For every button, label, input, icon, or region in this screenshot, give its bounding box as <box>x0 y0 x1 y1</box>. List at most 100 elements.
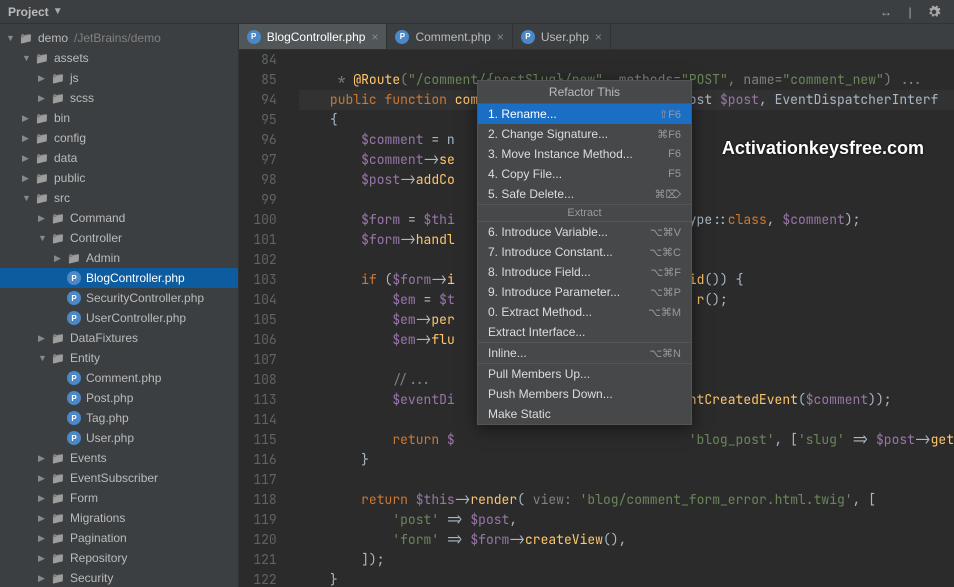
context-menu-item[interactable]: 2. Change Signature...⌘F6 <box>478 124 691 144</box>
project-root[interactable]: ▼ demo /JetBrains/demo <box>0 28 238 48</box>
code-line[interactable] <box>299 50 954 70</box>
editor-tabbar: PBlogController.php×PComment.php×PUser.p… <box>239 24 954 50</box>
expand-arrow-icon[interactable]: ▶ <box>38 93 50 104</box>
folder-icon <box>50 210 66 226</box>
folder-item[interactable]: ▶config <box>0 128 238 148</box>
context-menu-item[interactable]: Make Static <box>478 404 691 424</box>
expand-arrow-icon[interactable]: ▶ <box>54 253 66 264</box>
context-menu-item[interactable]: Inline...⌥⌘N <box>478 343 691 363</box>
file-item[interactable]: PUserController.php <box>0 308 238 328</box>
tree-item-label: SecurityController.php <box>86 291 204 305</box>
context-menu-item[interactable]: 5. Safe Delete...⌘⌦ <box>478 184 691 204</box>
expand-arrow-icon[interactable]: ▶ <box>22 173 34 184</box>
folder-item[interactable]: ▶bin <box>0 108 238 128</box>
folder-icon <box>50 230 66 246</box>
file-item[interactable]: PTag.php <box>0 408 238 428</box>
expand-arrow-icon[interactable]: ▶ <box>38 493 50 504</box>
folder-item[interactable]: ▶Form <box>0 488 238 508</box>
context-menu-item[interactable]: 3. Move Instance Method...F6 <box>478 144 691 164</box>
folder-item[interactable]: ▶data <box>0 148 238 168</box>
code-line[interactable]: 'post' => $post, <box>299 510 954 530</box>
refactor-context-menu[interactable]: Refactor This 1. Rename...⇧F62. Change S… <box>477 80 692 425</box>
folder-item[interactable]: ▶scss <box>0 88 238 108</box>
editor-tab[interactable]: PBlogController.php× <box>239 24 388 49</box>
close-icon[interactable]: × <box>497 30 504 44</box>
tree-item-label: Migrations <box>70 511 125 525</box>
php-file-icon: P <box>66 310 82 326</box>
folder-item[interactable]: ▶Pagination <box>0 528 238 548</box>
context-menu-item[interactable]: 4. Copy File...F5 <box>478 164 691 184</box>
folder-item[interactable]: ▶EventSubscriber <box>0 468 238 488</box>
context-menu-item[interactable]: Pull Members Up... <box>478 364 691 384</box>
file-item[interactable]: PBlogController.php <box>0 268 238 288</box>
expand-arrow-icon[interactable]: ▼ <box>38 353 50 363</box>
folder-icon <box>66 250 82 266</box>
project-tree[interactable]: ▼ demo /JetBrains/demo ▼ assets ▶js▶scss▶b… <box>0 24 239 587</box>
close-icon[interactable]: × <box>371 30 378 44</box>
context-menu-item[interactable]: 7. Introduce Constant...⌥⌘C <box>478 242 691 262</box>
expand-arrow-icon[interactable]: ▶ <box>38 513 50 524</box>
chevron-down-icon[interactable]: ▼ <box>53 6 63 17</box>
code-line[interactable]: return $this->render( view: 'blog/commen… <box>299 490 954 510</box>
menu-item-label: 0. Extract Method... <box>488 305 648 319</box>
folder-item[interactable]: ▼ assets <box>0 48 238 68</box>
expand-arrow-icon[interactable]: ▼ <box>22 193 34 203</box>
menu-item-label: 2. Change Signature... <box>488 127 657 141</box>
expand-arrow-icon[interactable]: ▼ <box>38 233 50 243</box>
context-menu-item[interactable]: 0. Extract Method...⌥⌘M <box>478 302 691 322</box>
project-toolbar-label[interactable]: Project <box>8 5 49 19</box>
folder-item[interactable]: ▼Controller <box>0 228 238 248</box>
context-menu-item[interactable]: 9. Introduce Parameter...⌥⌘P <box>478 282 691 302</box>
context-menu-item[interactable]: Extract Interface... <box>478 322 691 342</box>
folder-item[interactable]: ▶Events <box>0 448 238 468</box>
context-menu-item[interactable]: 6. Introduce Variable...⌥⌘V <box>478 222 691 242</box>
menu-item-shortcut: ⇧F6 <box>659 108 681 121</box>
collapse-icon[interactable]: ↔ <box>878 4 894 20</box>
folder-item[interactable]: ▶Admin <box>0 248 238 268</box>
expand-arrow-icon[interactable]: ▶ <box>22 113 34 124</box>
code-line[interactable]: return $ 'blog_post', ['slug' => $post->… <box>299 430 954 450</box>
expand-arrow-icon[interactable]: ▶ <box>38 453 50 464</box>
expand-arrow-icon[interactable]: ▶ <box>38 213 50 224</box>
folder-item[interactable]: ▶js <box>0 68 238 88</box>
code-line[interactable]: } <box>299 570 954 587</box>
folder-item[interactable]: ▶ Command <box>0 208 238 228</box>
folder-item[interactable]: ▶ Migrations <box>0 508 238 528</box>
file-item[interactable]: PSecurityController.php <box>0 288 238 308</box>
expand-arrow-icon[interactable]: ▶ <box>38 553 50 564</box>
watermark-text: Activationkeysfree.com <box>722 138 924 159</box>
folder-item[interactable]: ▶public <box>0 168 238 188</box>
file-item[interactable]: PPost.php <box>0 388 238 408</box>
context-menu-item[interactable]: 8. Introduce Field...⌥⌘F <box>478 262 691 282</box>
tree-item-label: DataFixtures <box>70 331 138 345</box>
expand-arrow-icon[interactable]: ▶ <box>22 133 34 144</box>
code-line[interactable]: } <box>299 450 954 470</box>
expand-arrow-icon[interactable]: ▶ <box>38 533 50 544</box>
expand-arrow-icon[interactable]: ▶ <box>22 153 34 164</box>
file-item[interactable]: PComment.php <box>0 368 238 388</box>
tree-item-label: Repository <box>70 551 127 565</box>
folder-item[interactable]: ▶Security <box>0 568 238 587</box>
expand-arrow-icon[interactable]: ▶ <box>38 73 50 84</box>
folder-item[interactable]: ▼Entity <box>0 348 238 368</box>
code-line[interactable]: 'form' => $form->createView(), <box>299 530 954 550</box>
gear-icon[interactable] <box>926 4 942 20</box>
expand-arrow-icon[interactable]: ▶ <box>38 573 50 584</box>
context-menu-item[interactable]: 1. Rename...⇧F6 <box>478 104 691 124</box>
editor-tab[interactable]: PUser.php× <box>513 24 611 49</box>
expand-arrow-icon[interactable]: ▶ <box>38 473 50 484</box>
code-line[interactable]: ]); <box>299 550 954 570</box>
tree-item-label: Command <box>70 211 125 225</box>
context-menu-item[interactable]: Push Members Down... <box>478 384 691 404</box>
tree-item-label: assets <box>54 51 89 65</box>
expand-arrow-icon[interactable]: ▶ <box>38 333 50 344</box>
code-line[interactable] <box>299 470 954 490</box>
folder-item[interactable]: ▶ Repository <box>0 548 238 568</box>
folder-item[interactable]: ▶ DataFixtures <box>0 328 238 348</box>
folder-item[interactable]: ▼src <box>0 188 238 208</box>
editor-tab[interactable]: PComment.php× <box>387 24 512 49</box>
file-item[interactable]: PUser.php <box>0 428 238 448</box>
close-icon[interactable]: × <box>595 30 602 44</box>
expand-arrow-icon[interactable]: ▼ <box>22 53 34 63</box>
folder-icon <box>50 70 66 86</box>
